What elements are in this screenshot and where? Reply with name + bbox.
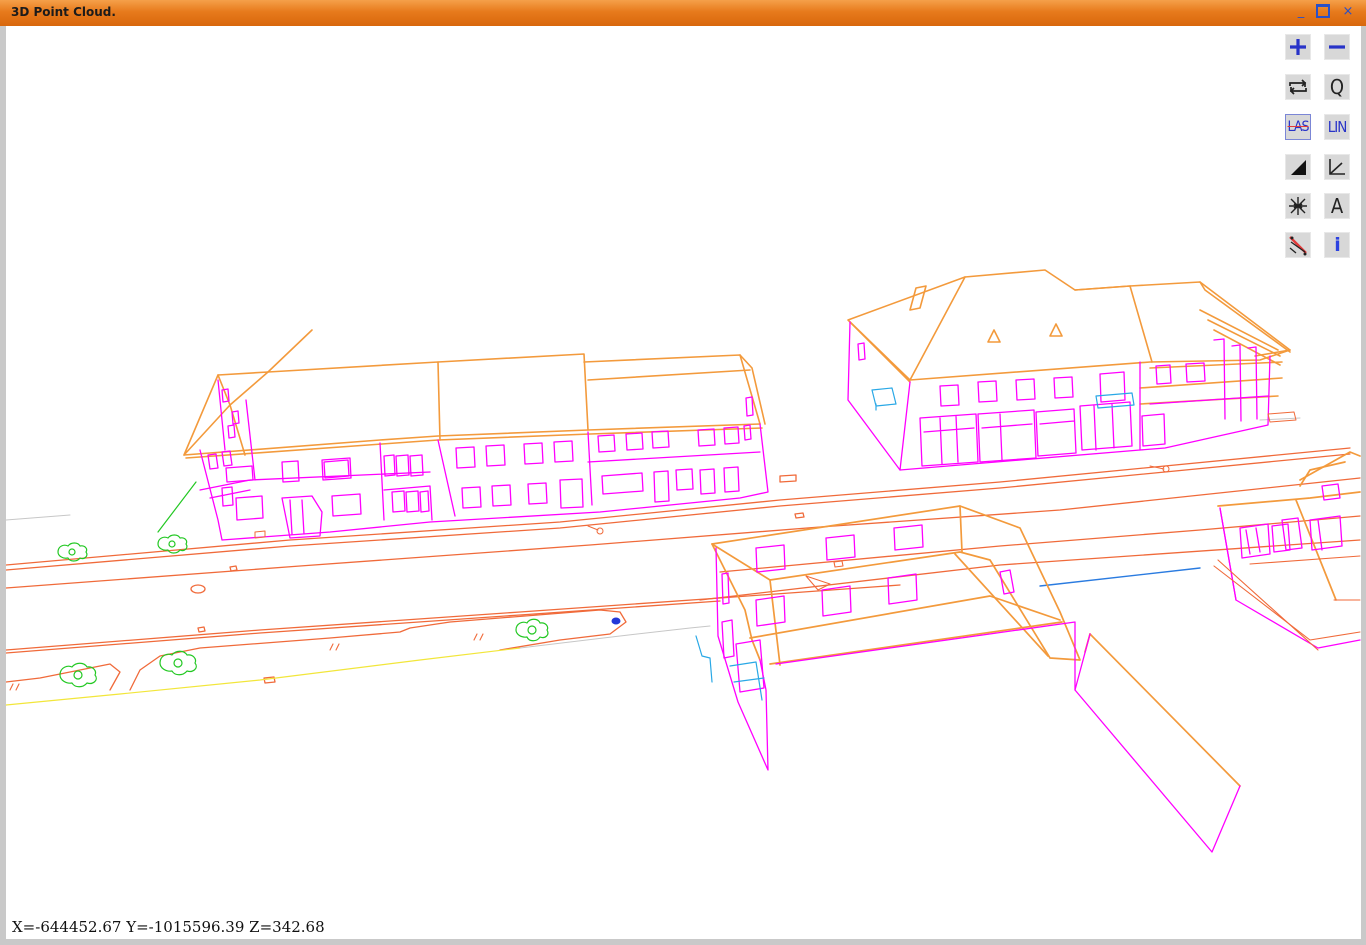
plus-icon <box>1290 39 1306 55</box>
right-building-roof <box>847 269 1291 405</box>
blue-marker <box>611 617 621 625</box>
rotate-icon <box>1289 79 1307 95</box>
lin-icon: LIN <box>1327 118 1348 136</box>
info-button[interactable]: i <box>1324 232 1350 258</box>
triangle-icon <box>1291 160 1306 175</box>
text-icon: A <box>1330 194 1344 218</box>
snap-icon <box>1289 197 1307 215</box>
right-building-details <box>1149 411 1297 473</box>
zoom-out-button[interactable] <box>1324 34 1350 60</box>
utility-line-blue <box>1039 567 1201 587</box>
info-icon: i <box>1334 234 1340 256</box>
shading-button[interactable] <box>1285 154 1311 180</box>
delete-lines-icon <box>1289 236 1307 256</box>
query-button[interactable]: Q <box>1324 74 1350 100</box>
maximize-button[interactable] <box>1315 3 1331 20</box>
wireframe-scene <box>6 269 1361 853</box>
rotate-button[interactable] <box>1285 74 1311 100</box>
left-block-roofs <box>183 329 766 459</box>
zoom-in-button[interactable] <box>1285 34 1311 60</box>
foreground-building-walls <box>715 483 1361 853</box>
minus-icon <box>1329 45 1345 49</box>
query-icon: Q <box>1329 75 1345 99</box>
delete-lines-button[interactable] <box>1285 232 1311 258</box>
angle-icon <box>1329 159 1345 175</box>
foreground-building-roof <box>711 451 1361 787</box>
las-button[interactable]: LAS <box>1285 114 1311 140</box>
point-cloud-viewport[interactable]: X=-644452.67 Y=-1015596.39 Z=342.68 <box>6 26 1361 939</box>
window-title: 3D Point Cloud. <box>11 5 116 19</box>
lin-button[interactable]: LIN <box>1324 114 1350 140</box>
points-button[interactable] <box>1285 193 1311 219</box>
cursor-coordinates: X=-644452.67 Y=-1015596.39 Z=342.68 <box>12 918 325 936</box>
las-icon: LAS <box>1287 119 1310 135</box>
minimize-button[interactable]: _ <box>1293 4 1309 20</box>
text-button[interactable]: A <box>1324 193 1350 219</box>
maximize-icon <box>1316 3 1330 18</box>
right-building-walls <box>847 321 1271 471</box>
road-edge-yellow <box>6 647 521 706</box>
right-building-cyan <box>871 387 1135 411</box>
close-button[interactable]: × <box>1340 4 1356 20</box>
title-bar[interactable]: 3D Point Cloud. _ × <box>0 0 1366 26</box>
axes-button[interactable] <box>1324 154 1350 180</box>
